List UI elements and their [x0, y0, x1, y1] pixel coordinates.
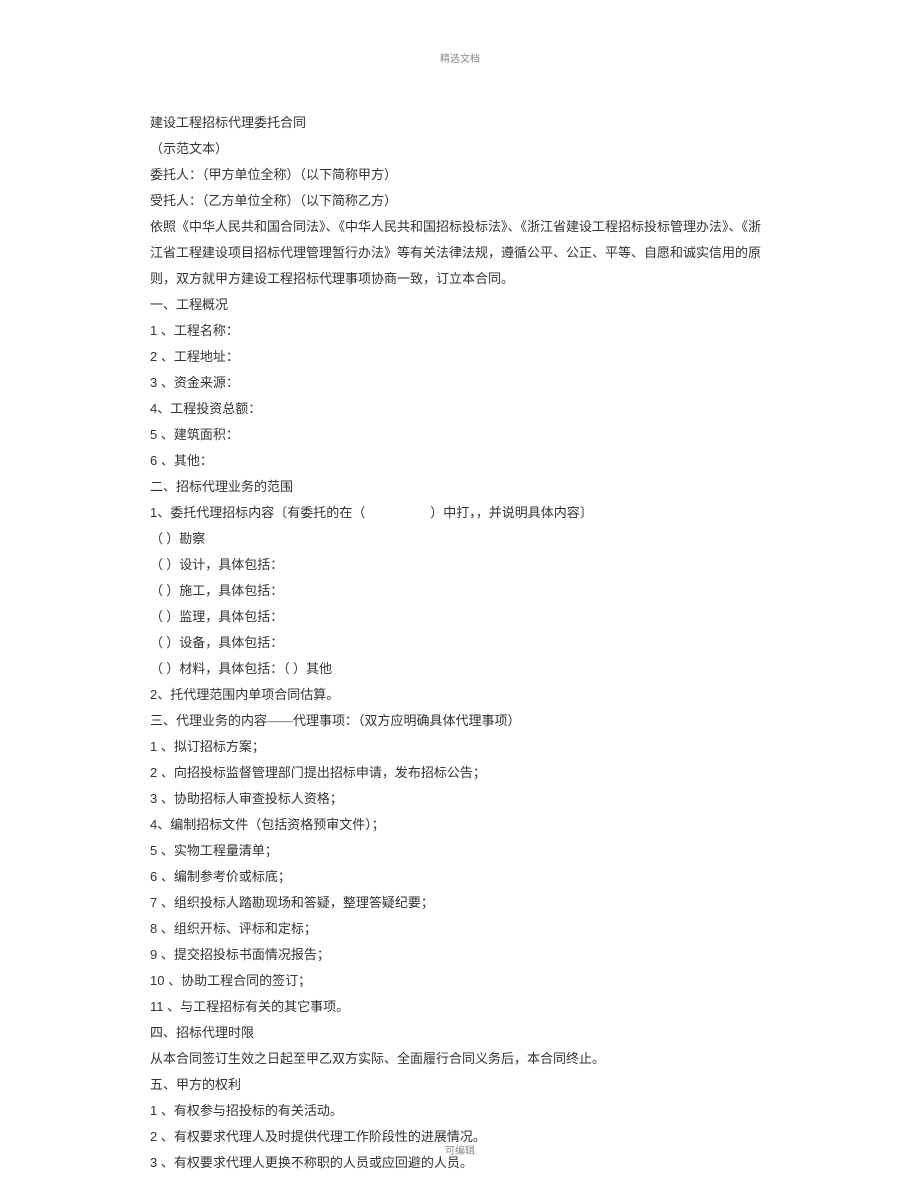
- section1-item: 2 、工程地址：: [150, 344, 770, 370]
- section3-item: 2 、向招投标监督管理部门提出招标申请，发布招标公告；: [150, 760, 770, 786]
- section1-item: 3 、资金来源：: [150, 370, 770, 396]
- section2-option: （ ）设备，具体包括：: [150, 630, 770, 656]
- header-label: 精选文档: [440, 50, 480, 65]
- section1-item: 5 、建筑面积：: [150, 422, 770, 448]
- section3-item: 4、编制招标文件（包括资格预审文件）；: [150, 812, 770, 838]
- section1-heading: 一、工程概况: [150, 292, 770, 318]
- section3-item: 7 、组织投标人踏勘现场和答疑，整理答疑纪要；: [150, 890, 770, 916]
- section2-option: （ ）设计，具体包括：: [150, 552, 770, 578]
- preamble-text: 依照《中华人民共和国合同法》、《中华人民共和国招标投标法》、《浙江省建设工程招标…: [150, 214, 770, 292]
- section3-item: 9 、提交招投标书面情况报告；: [150, 942, 770, 968]
- section1-item: 1 、工程名称：: [150, 318, 770, 344]
- section3-item: 5 、实物工程量清单；: [150, 838, 770, 864]
- section4-heading: 四、招标代理时限: [150, 1020, 770, 1046]
- section2-heading: 二、招标代理业务的范围: [150, 474, 770, 500]
- section3-item: 6 、编制参考价或标底；: [150, 864, 770, 890]
- section3-item: 1 、拟订招标方案；: [150, 734, 770, 760]
- section4-text: 从本合同签订生效之日起至甲乙双方实际、全面履行合同义务后，本合同终止。: [150, 1046, 770, 1072]
- section3-item: 10 、协助工程合同的签订；: [150, 968, 770, 994]
- document-content: 建设工程招标代理委托合同 （示范文本） 委托人：（甲方单位全称）（以下简称甲方）…: [150, 110, 770, 1176]
- party-client: 委托人：（甲方单位全称）（以下简称甲方）: [150, 162, 770, 188]
- section2-option: （ ）勘察: [150, 526, 770, 552]
- footer-label: 可编辑: [445, 1142, 475, 1157]
- section5-item: 1 、有权参与招投标的有关活动。: [150, 1098, 770, 1124]
- section2-option: （ ）施工，具体包括：: [150, 578, 770, 604]
- section1-item: 4、工程投资总额：: [150, 396, 770, 422]
- section2-item2: 2、托代理范围内单项合同估算。: [150, 682, 770, 708]
- section5-heading: 五、甲方的权利: [150, 1072, 770, 1098]
- section3-item: 11 、与工程招标有关的其它事项。: [150, 994, 770, 1020]
- document-title: 建设工程招标代理委托合同: [150, 110, 770, 136]
- section1-item: 6 、其他：: [150, 448, 770, 474]
- section3-item: 3 、协助招标人审查投标人资格；: [150, 786, 770, 812]
- section2-option: （ ）材料，具体包括：（ ）其他: [150, 656, 770, 682]
- section2-item1: 1、委托代理招标内容〔有委托的在（ ）中打，，并说明具体内容〕: [150, 500, 770, 526]
- party-trustee: 受托人：（乙方单位全称）（以下简称乙方）: [150, 188, 770, 214]
- section3-item: 8 、组织开标、评标和定标；: [150, 916, 770, 942]
- document-subtitle: （示范文本）: [150, 136, 770, 162]
- section3-heading: 三、代理业务的内容——代理事项：（双方应明确具体代理事项）: [150, 708, 770, 734]
- section2-option: （ ）监理，具体包括：: [150, 604, 770, 630]
